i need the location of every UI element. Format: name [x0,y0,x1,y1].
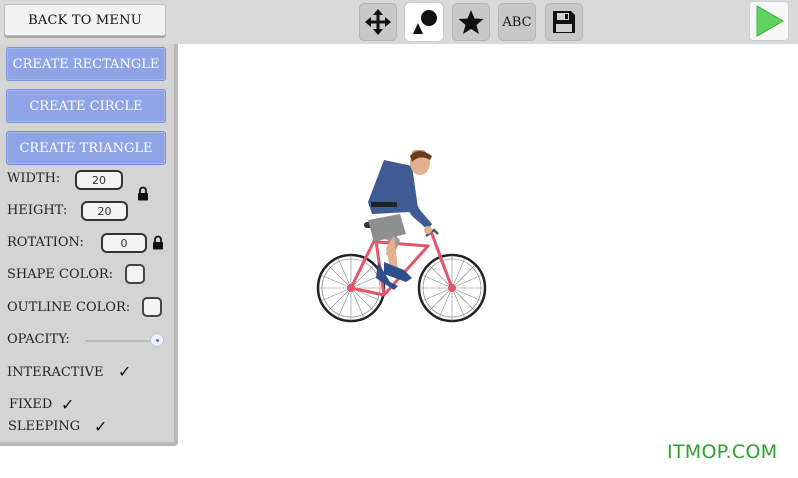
fixed-checkbox[interactable]: ✓ [61,395,74,414]
play-button[interactable] [750,2,788,40]
create-rectangle-button[interactable]: CREATE RECTANGLE [6,47,166,81]
outline-color-label: OUTLINE COLOR: [7,300,131,315]
text-icon: ABC [502,14,532,30]
sleeping-checkbox[interactable]: ✓ [94,417,107,436]
interactive-checkbox[interactable]: ✓ [118,362,131,381]
height-label: HEIGHT: [7,203,68,218]
size-lock-icon[interactable] [137,186,149,201]
opacity-label: OPACITY: [7,332,70,347]
width-label: WIDTH: [7,171,61,186]
play-icon [756,5,784,37]
create-circle-button[interactable]: CREATE CIRCLE [6,89,166,123]
move-icon [365,9,391,35]
width-input[interactable]: 20 [75,170,123,190]
shape-color-swatch[interactable] [125,264,145,284]
save-button[interactable] [545,3,583,41]
rotation-lock-icon[interactable] [152,235,164,250]
bicycle-character[interactable] [314,150,490,328]
rotation-label: ROTATION: [7,235,84,250]
height-input[interactable]: 20 [81,201,128,221]
save-icon [553,11,575,33]
text-tool-button[interactable]: ABC [498,3,536,41]
bike-frame [349,226,454,297]
shapes-icon [413,10,437,34]
opacity-slider-handle[interactable] [150,333,164,347]
rider [368,150,432,290]
star-icon [458,10,484,34]
back-to-menu-button[interactable]: BACK TO MENU [4,4,166,36]
sleeping-label: SLEEPING [8,419,81,434]
fixed-label: FIXED [9,397,53,412]
star-tool-button[interactable] [452,3,490,41]
move-tool-button[interactable] [359,3,397,41]
shapes-tool-button[interactable] [405,3,443,41]
create-triangle-button[interactable]: CREATE TRIANGLE [6,131,166,165]
watermark-text: ITMOP.COM [667,441,778,463]
shape-color-label: SHAPE COLOR: [7,267,114,282]
opacity-slider-track[interactable] [85,340,155,342]
interactive-label: INTERACTIVE [7,365,104,380]
outline-color-swatch[interactable] [142,297,162,317]
rotation-input[interactable]: 0 [101,233,147,253]
